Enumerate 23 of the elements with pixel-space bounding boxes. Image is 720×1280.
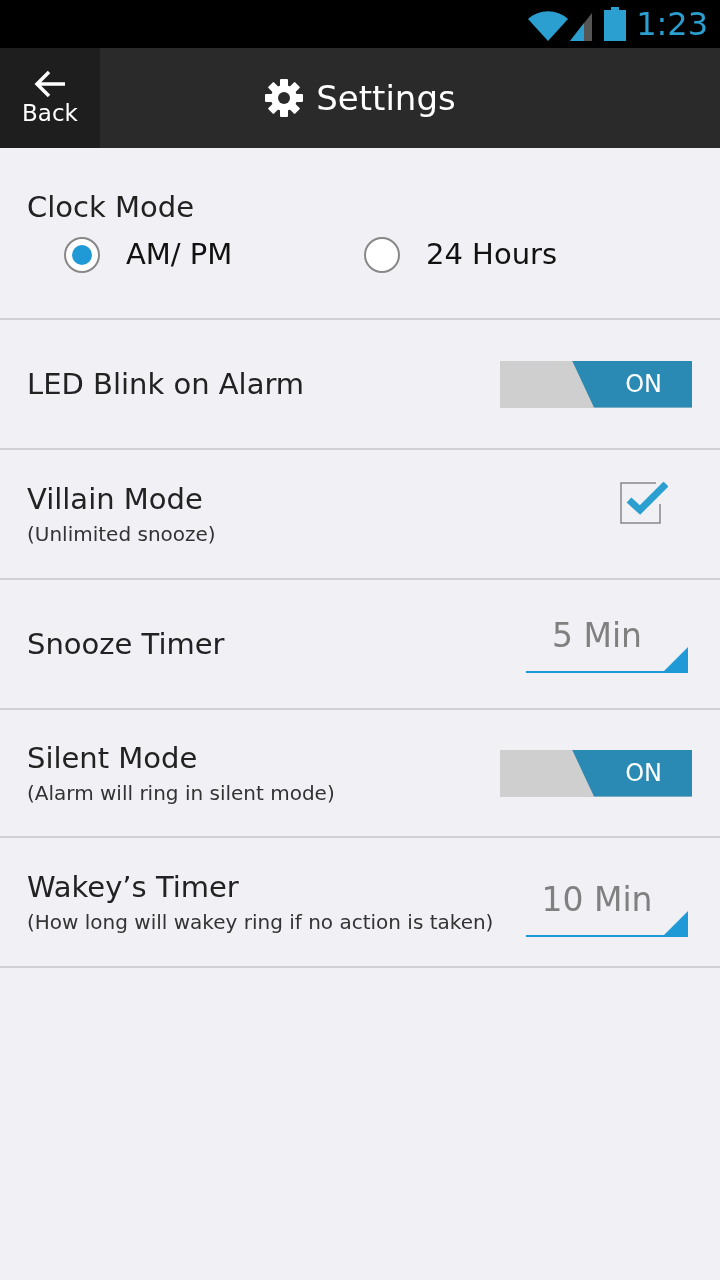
status-time: 1:23 [636,8,708,40]
setting-title: Snooze Timer [27,625,226,663]
back-arrow-icon [33,68,67,99]
toggle-switch[interactable]: ON [500,749,692,797]
gear-icon [264,78,305,118]
setting-subtitle: (Alarm will ring in silent mode) [27,780,336,806]
radio-button[interactable] [364,237,400,274]
dropdown-spinner[interactable]: 5 Min [526,615,688,673]
back-button[interactable]: Back [0,48,100,148]
setting-title: Clock Mode [27,189,196,226]
toggle-switch[interactable]: ON [500,360,692,408]
dropdown-spinner[interactable]: 10 Min [526,879,688,937]
setting-title: LED Blink on Alarm [27,365,306,403]
radio-button[interactable] [64,237,100,274]
radio-option[interactable]: 24 Hours [364,233,558,277]
setting-subtitle: (Unlimited snooze) [27,521,217,547]
setting-subtitle: (How long will wakey ring if no action is taken) [27,909,495,935]
setting-title: Wakey’s Timer [27,869,240,906]
battery-icon [604,7,627,41]
setting-title: Villain Mode [27,481,204,518]
setting-title: Silent Mode [27,740,199,777]
radio-option[interactable]: AM/ PM [64,233,364,277]
screen-title: Settings [316,76,456,120]
